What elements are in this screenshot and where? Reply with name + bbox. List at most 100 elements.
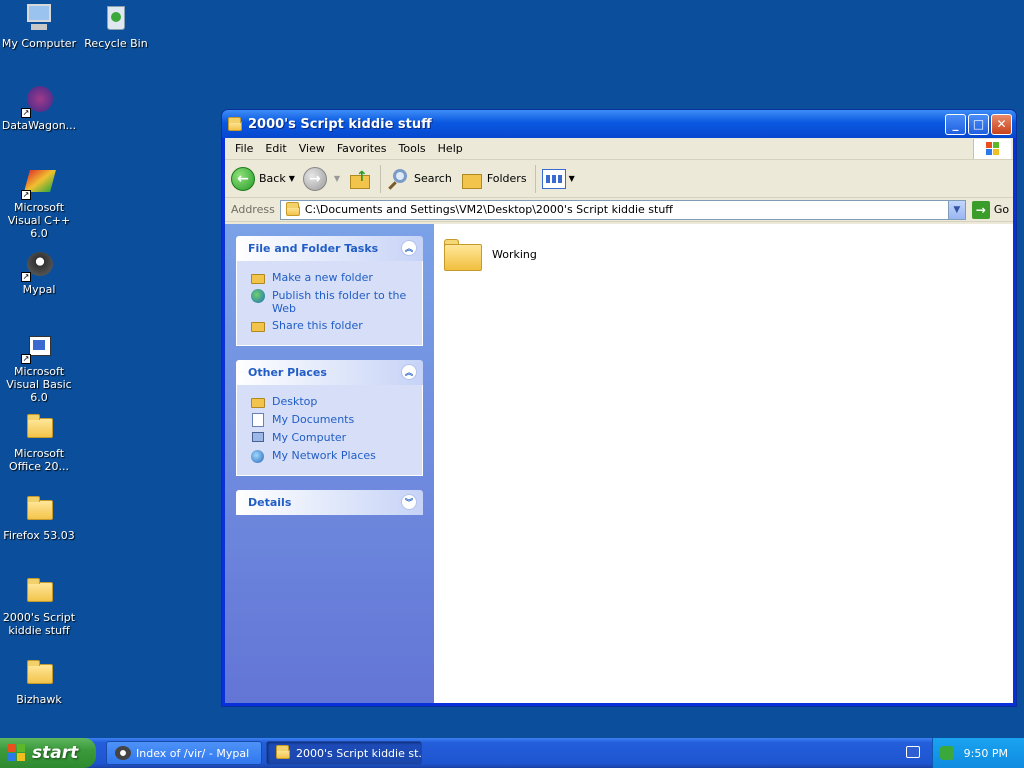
desktop-icon-bizhawk-folder[interactable]: Bizhawk [0,658,78,706]
share-folder-icon [250,319,266,333]
taskbar-item-mypal[interactable]: Index of /vir/ - Mypal [106,741,262,765]
visual-cpp-icon: ↗ [21,166,56,200]
desktop-icon-label: Bizhawk [16,693,62,706]
desktop-icon-datawagon[interactable]: ↗ DataWagon... [0,84,78,132]
folder-name: Working [492,247,537,261]
place-my-documents[interactable]: My Documents [250,413,410,427]
task-make-new-folder[interactable]: Make a new folder [250,271,410,285]
place-network-places[interactable]: My Network Places [250,449,410,463]
panel-header[interactable]: Details ︾ [236,490,423,515]
globe-icon [250,289,266,303]
window-body: File Edit View Favorites Tools Help ← Ba… [225,138,1013,703]
address-bar: Address C:\Documents and Settings\VM2\De… [225,198,1013,222]
title-bar[interactable]: 2000's Script kiddie stuff _ □ ✕ [222,110,1016,138]
file-list[interactable]: Working [434,224,1013,703]
menu-edit[interactable]: Edit [259,142,292,155]
expand-chevron-icon[interactable]: ︾ [401,494,417,510]
menu-tools[interactable]: Tools [393,142,432,155]
desktop-icon-label: Microsoft Office 20... [8,447,70,473]
taskbar: start Index of /vir/ - Mypal 2000's Scri… [0,738,1024,768]
address-dropdown-button[interactable]: ▼ [947,200,965,219]
folder-icon [23,576,55,608]
place-label: My Network Places [272,449,376,462]
folder-icon [23,494,55,526]
task-label: Index of /vir/ - Mypal [136,746,250,760]
close-icon: ✕ [996,117,1007,131]
folders-button[interactable]: Folders [460,167,527,191]
details-panel: Details ︾ [236,490,423,515]
chevron-down-icon[interactable]: ▼ [334,174,340,183]
desktop-icon-label: Microsoft Visual C++ 6.0 [7,201,71,240]
desktop-folder-icon [250,395,266,409]
task-publish-to-web[interactable]: Publish this folder to the Web [250,289,410,315]
forward-button[interactable]: → ▼ [302,166,340,191]
folders-label: Folders [486,172,527,185]
network-tray-icon[interactable] [939,746,954,760]
folder-item-working[interactable]: Working [444,236,537,272]
go-arrow-icon: → [971,200,990,219]
collapse-chevron-icon[interactable]: ︽ [401,240,417,256]
back-button[interactable]: ← Back ▼ [231,166,295,191]
collapse-chevron-icon[interactable]: ︽ [401,364,417,380]
desktop-icon-label: 2000's Script kiddie stuff [2,611,76,637]
chevron-down-icon[interactable]: ▼ [569,174,575,183]
maximize-button[interactable]: □ [968,113,989,135]
up-button[interactable]: ↑ [348,167,372,191]
desktop-icon-mypal[interactable]: ↗ Mypal [0,248,78,296]
menu-help[interactable]: Help [432,142,469,155]
shortcut-arrow-icon: ↗ [21,354,31,364]
menu-view[interactable]: View [293,142,331,155]
search-label: Search [414,172,452,185]
mypal-icon: ↗ [21,248,55,282]
mypal-icon [115,746,131,760]
shortcut-arrow-icon: ↗ [21,108,31,118]
place-desktop[interactable]: Desktop [250,395,410,409]
panel-header[interactable]: File and Folder Tasks ︽ [236,236,423,261]
views-icon [541,168,566,189]
desktop-icon-my-computer[interactable]: My Computer [0,2,78,50]
back-arrow-icon: ← [231,166,255,191]
folders-icon [460,167,484,191]
desktop-icon-label: Mypal [22,283,56,296]
desktop-icon-office-folder[interactable]: Microsoft Office 20... [0,412,78,473]
desktop-icon-label: My Computer [1,37,77,50]
desktop-icon-visual-cpp[interactable]: ↗ Microsoft Visual C++ 6.0 [0,166,78,240]
desktop-icon-label: Microsoft Visual Basic 6.0 [6,365,72,404]
start-button[interactable]: start [0,738,96,768]
place-label: My Computer [272,431,347,444]
menu-favorites[interactable]: Favorites [331,142,393,155]
desktop-icon-recycle-bin[interactable]: Recycle Bin [77,2,155,50]
views-button[interactable]: ▼ [541,168,575,189]
toolbar-separator [380,164,382,193]
task-label: 2000's Script kiddie st... [296,746,422,760]
go-label: Go [993,203,1010,216]
content-area: File and Folder Tasks ︽ Make a new folde… [225,224,1013,703]
keyboard-icon[interactable] [906,746,920,758]
network-icon [250,449,266,463]
maximize-icon: □ [972,117,985,131]
computer-icon [23,2,55,34]
place-my-computer[interactable]: My Computer [250,431,410,445]
panel-header[interactable]: Other Places ︽ [236,360,423,385]
go-button[interactable]: → Go [971,200,1010,219]
chevron-down-icon[interactable]: ▼ [289,174,295,183]
minimize-button[interactable]: _ [945,113,966,135]
desktop-icon-visual-basic[interactable]: ↗ Microsoft Visual Basic 6.0 [0,330,78,404]
address-input[interactable]: C:\Documents and Settings\VM2\Desktop\20… [279,199,966,220]
desktop-icon-firefox-folder[interactable]: Firefox 53.03 [0,494,78,542]
shortcut-arrow-icon: ↗ [21,190,31,200]
taskbar-item-explorer[interactable]: 2000's Script kiddie st... [266,741,422,765]
other-places-panel: Other Places ︽ Desktop My Documents My C… [236,360,423,476]
forward-arrow-icon: → [302,166,327,191]
address-label: Address [231,203,275,216]
chevron-down-icon: ▼ [953,204,961,215]
folder-icon [23,658,55,690]
windows-logo [973,139,1011,159]
search-button[interactable]: Search [387,167,452,191]
desktop-icon-label: Firefox 53.03 [3,529,75,542]
desktop-icon-script-kiddie-folder[interactable]: 2000's Script kiddie stuff [0,576,78,637]
menu-file[interactable]: File [229,142,259,155]
close-button[interactable]: ✕ [991,113,1012,135]
task-share-folder[interactable]: Share this folder [250,319,410,333]
clock[interactable]: 9:50 PM [964,747,1008,760]
